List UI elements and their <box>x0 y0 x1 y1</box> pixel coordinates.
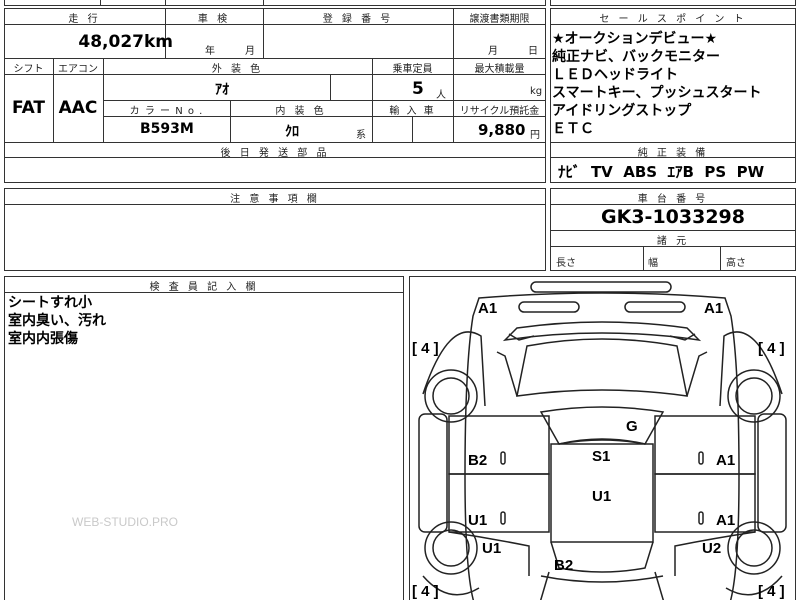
top-cut-right-frame <box>550 0 796 6</box>
exterior-color-value: ｱｵ <box>215 82 229 98</box>
spec-width-label: 幅 <box>648 258 658 269</box>
top-cut-divider <box>165 0 166 6</box>
shift-header: シフト <box>13 64 44 75</box>
sales-points-list: ★オークションデビュー★ 純正ナビ、バックモニター ＬＥＤヘッドライト スマート… <box>552 30 761 138</box>
max-load-unit: kg <box>530 86 543 97</box>
sales-point-line: ＥＴＣ <box>552 121 594 137</box>
col-line <box>643 246 644 271</box>
recycle-unit: 円 <box>530 130 540 141</box>
top-cut-frame <box>4 0 546 6</box>
import-header: 輸 入 車 <box>389 106 436 117</box>
row-line <box>4 142 546 143</box>
mileage-unit: km <box>144 32 174 52</box>
exterior-color-header: 外 装 色 <box>211 64 264 75</box>
inspection-month-label: 月 <box>245 46 255 57</box>
sales-points-header: セ ー ル ス ポ イ ン ト <box>599 14 747 25</box>
top-cut-divider <box>263 0 264 6</box>
chassis-header: 車 台 番 号 <box>637 194 709 205</box>
row-line <box>103 100 546 101</box>
capacity-value: 5 <box>412 79 424 99</box>
inspector-note-line: 室内内張傷 <box>8 331 78 347</box>
damage-front-right: A1 <box>704 300 724 317</box>
deadline-day-label: 日 <box>528 46 538 57</box>
capacity-unit: 人 <box>436 90 446 101</box>
capacity-header: 乗車定員 <box>392 64 433 75</box>
damage-left-front-door: B2 <box>468 452 488 469</box>
max-load-header: 最大積載量 <box>474 64 525 75</box>
damage-hood: G <box>626 418 638 435</box>
transfer-deadline-header: 譲渡書類期限 <box>469 14 530 25</box>
inspector-note-line: 室内臭い、汚れ <box>8 313 106 329</box>
spec-height-label: 高さ <box>726 258 746 269</box>
spec-length-label: 長さ <box>556 258 576 269</box>
interior-color-header: 内 装 色 <box>275 106 327 117</box>
damage-left-rear-door: U1 <box>468 512 488 529</box>
notes-header: 注 意 事 項 欄 <box>230 194 320 205</box>
row-line <box>4 58 546 59</box>
aircon-value: AAC <box>58 98 98 118</box>
damage-roof-front: S1 <box>592 448 611 465</box>
aircon-header: エアコン <box>58 64 98 75</box>
damage-front-left: A1 <box>478 300 498 317</box>
col-line <box>330 74 331 100</box>
row-line <box>550 142 796 143</box>
sales-point-line: 純正ナビ、バックモニター <box>552 49 720 65</box>
inspector-header: 検 査 員 記 入 欄 <box>149 282 259 293</box>
sales-point-line: ＬＥＤヘッドライト <box>552 67 678 83</box>
damage-left-rear-fender: U1 <box>482 540 502 557</box>
color-no-header: カ ラ ー N o . <box>129 106 204 117</box>
inspection-year-label: 年 <box>205 46 215 57</box>
damage-right-front-door: A1 <box>716 452 736 469</box>
registration-header: 登 録 番 号 <box>322 14 394 25</box>
inspector-note-line: シートすれ小 <box>8 295 92 311</box>
tire-front-right: [ 4 ] <box>758 340 785 357</box>
row-line <box>550 230 796 231</box>
mileage-header: 走 行 <box>68 14 101 25</box>
col-line <box>412 116 413 142</box>
inspector-notes: シートすれ小 室内臭い、汚れ 室内内張傷 <box>8 294 106 348</box>
sales-point-line: スマートキー、プッシュスタート <box>552 85 762 101</box>
tire-rear-right: [ 4 ] <box>758 583 785 600</box>
equipment-header: 純 正 装 備 <box>637 148 709 159</box>
watermark: WEB-STUDIO.PRO <box>72 515 179 529</box>
interior-color-value: ｸﾛ <box>285 124 299 140</box>
chassis-value: GK3-1033298 <box>601 206 745 228</box>
recycle-header: リサイクル預託金 <box>459 106 540 117</box>
damage-roof-rear: U1 <box>592 488 612 505</box>
tire-rear-left: [ 4 ] <box>412 583 439 600</box>
recycle-value: 9,880 <box>478 121 526 139</box>
tire-front-left: [ 4 ] <box>412 340 439 357</box>
equipment-value: ﾅﾋﾞ TV ABS ｴｱB PS PW <box>558 163 765 181</box>
damage-trunk: B2 <box>554 557 574 574</box>
interior-color-suffix: 系 <box>356 130 366 141</box>
car-diagram <box>418 281 787 600</box>
col-line <box>720 246 721 271</box>
color-no-value: B593M <box>140 121 194 137</box>
specs-header: 諸 元 <box>656 236 690 247</box>
damage-right-rear-door: A1 <box>716 512 736 529</box>
later-parts-header: 後 日 発 送 部 品 <box>220 148 330 159</box>
inspection-header: 車 検 <box>197 14 231 25</box>
damage-right-rear-fender: U2 <box>702 540 722 557</box>
mileage-value: 48,027 <box>78 32 144 52</box>
shift-value: FAT <box>11 98 46 118</box>
sales-point-line: アイドリングストップ <box>552 103 692 119</box>
sales-point-line: ★オークションデビュー★ <box>552 31 718 47</box>
deadline-month-label: 月 <box>488 46 498 57</box>
top-cut-divider <box>100 0 101 6</box>
